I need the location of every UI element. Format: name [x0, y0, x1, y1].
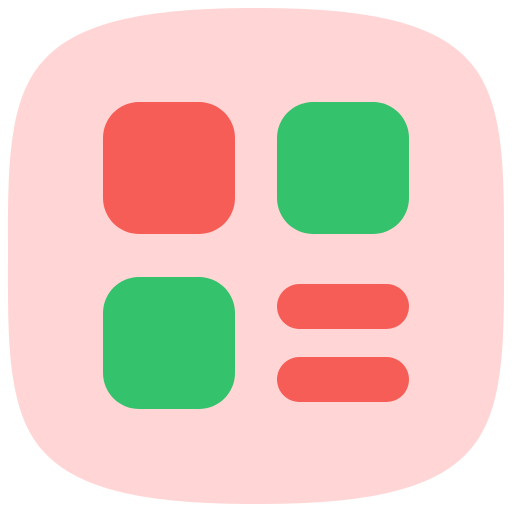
- tile-top-right: [277, 102, 409, 234]
- app-icon: [0, 0, 512, 512]
- icon-background: [7, 8, 505, 504]
- tile-bottom-left: [103, 277, 235, 409]
- bar-top: [277, 284, 409, 329]
- dashboard-categories-icon: [7, 8, 505, 504]
- bar-bottom: [277, 357, 409, 402]
- tile-top-left: [103, 102, 235, 234]
